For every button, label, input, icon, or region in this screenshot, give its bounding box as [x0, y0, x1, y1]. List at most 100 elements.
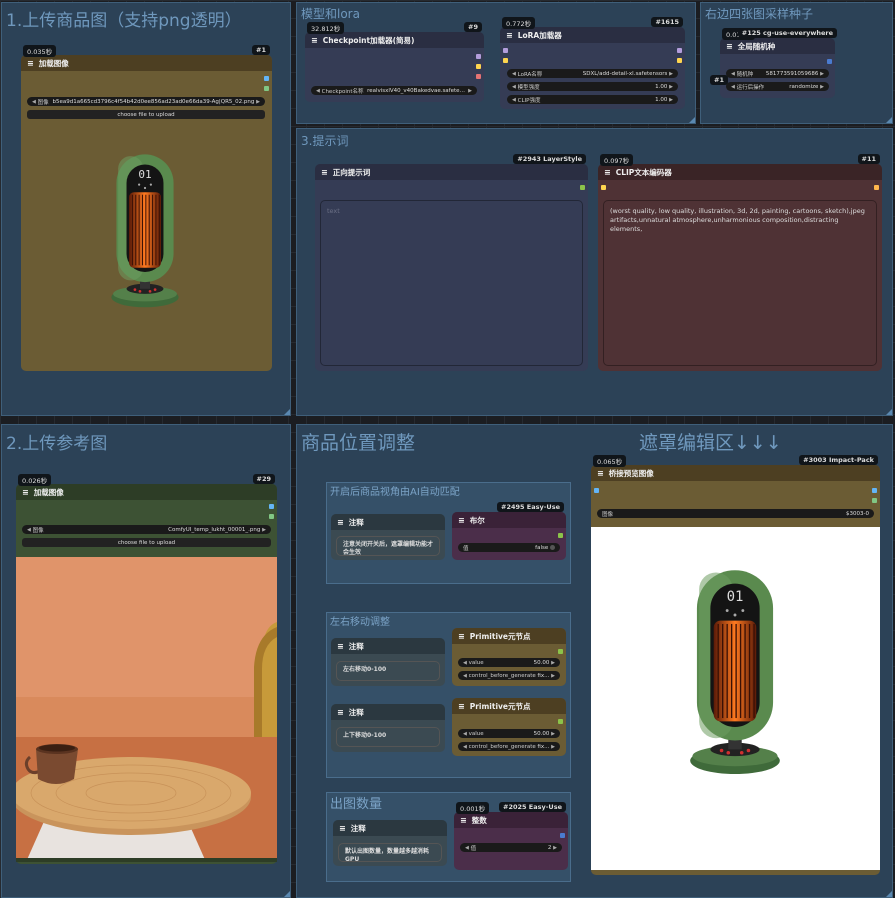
- node-header[interactable]: ≡ 加载图像: [21, 55, 272, 71]
- input-model-dot[interactable]: [503, 48, 508, 53]
- positive-prompt-node[interactable]: #2943 LayerStyle ≡ 正向提示词 text: [315, 154, 588, 371]
- lora-name-widget[interactable]: ◀ LoRA名称 SDXL/add-detail-xl.safetensors …: [507, 69, 678, 78]
- model-strength-widget[interactable]: ◀ 模型强度 1.00 ▶: [507, 82, 678, 91]
- output-boolean-dot[interactable]: [558, 533, 563, 538]
- resize-handle[interactable]: [886, 891, 892, 897]
- toggle-knob-icon[interactable]: [550, 545, 555, 550]
- arrow-left-icon[interactable]: ◀: [463, 673, 467, 679]
- arrow-right-icon[interactable]: ▶: [669, 71, 673, 77]
- lora-loader-node[interactable]: 0.772秒 #1615 ≡ LoRA加载器 ◀ LoRA名称 SDXL/add…: [500, 17, 685, 109]
- arrow-right-icon[interactable]: ▶: [468, 88, 472, 94]
- node-header[interactable]: ≡ 全局随机种: [720, 38, 835, 54]
- arrow-right-icon[interactable]: ▶: [669, 97, 673, 103]
- arrow-right-icon[interactable]: ▶: [256, 99, 260, 105]
- global-seed-node[interactable]: 0.019秒 #125 cg-use-everywhere #1 ≡ 全局随机种…: [710, 28, 837, 98]
- preview-image-widget[interactable]: 图像 $3003-0: [597, 509, 874, 518]
- menu-icon[interactable]: ≡: [337, 518, 344, 527]
- arrow-right-icon[interactable]: ▶: [820, 71, 824, 77]
- output-image-dot[interactable]: [264, 76, 269, 81]
- clip-text-encode-node[interactable]: 0.097秒 #11 ≡ CLIP文本编码器 (worst quality, l…: [598, 154, 882, 371]
- menu-icon[interactable]: ≡: [27, 59, 34, 68]
- output-image-dot[interactable]: [872, 488, 877, 493]
- preview-bridge-node[interactable]: 0.065秒 #3003 Impact-Pack ≡ 桥接预览图像 图像 $30…: [591, 455, 880, 875]
- value-widget[interactable]: ◀ value 50.00 ▶: [458, 658, 560, 667]
- arrow-right-icon[interactable]: ▶: [551, 673, 555, 679]
- arrow-left-icon[interactable]: ◀: [463, 744, 467, 750]
- menu-icon[interactable]: ≡: [321, 168, 328, 177]
- output-clip-dot[interactable]: [677, 58, 682, 63]
- menu-icon[interactable]: ≡: [506, 31, 513, 40]
- integer-value-widget[interactable]: ◀ 值 2 ▶: [460, 843, 562, 852]
- boolean-toggle[interactable]: 值 false: [458, 543, 560, 552]
- menu-icon[interactable]: ≡: [311, 36, 318, 45]
- output-int-dot[interactable]: [560, 833, 565, 838]
- primitive-node-x[interactable]: ≡ Primitive元节点 ◀ value 50.00 ▶ ◀ control…: [452, 628, 566, 686]
- resize-handle[interactable]: [886, 409, 892, 415]
- arrow-right-icon[interactable]: ▶: [669, 84, 673, 90]
- seed-value-widget[interactable]: ◀ 随机种 581773591059686 ▶: [726, 69, 829, 78]
- checkpoint-select-widget[interactable]: ◀ Checkpoint名称 realvisxlV40_v40Bakedvae.…: [311, 86, 477, 95]
- output-vae-dot[interactable]: [476, 74, 481, 79]
- boolean-node[interactable]: #2495 Easy-Use ≡ 布尔 值 false: [452, 502, 566, 560]
- arrow-right-icon[interactable]: ▶: [551, 744, 555, 750]
- output-model-dot[interactable]: [677, 48, 682, 53]
- arrow-left-icon[interactable]: ◀: [512, 84, 516, 90]
- image-select-widget[interactable]: ◀ 图像 ComfyUI_temp_lukht_00001_.png ▶: [22, 525, 271, 534]
- menu-icon[interactable]: ≡: [597, 469, 604, 478]
- node-header[interactable]: ≡ 桥接预览图像: [591, 465, 880, 481]
- note-node-lr[interactable]: ≡ 注释 左右移动0-100: [331, 638, 445, 686]
- output-seed-dot[interactable]: [827, 59, 832, 64]
- resize-handle[interactable]: [886, 117, 892, 123]
- menu-icon[interactable]: ≡: [458, 632, 465, 641]
- menu-icon[interactable]: ≡: [726, 42, 733, 51]
- node-header[interactable]: ≡ Primitive元节点: [452, 628, 566, 644]
- output-conditioning-dot[interactable]: [874, 185, 879, 190]
- menu-icon[interactable]: ≡: [337, 708, 344, 717]
- node-header[interactable]: ≡ 注释: [331, 514, 445, 530]
- upload-button[interactable]: choose file to upload: [27, 110, 265, 119]
- image-select-widget[interactable]: ◀ 图像 b5ea9d1a665cd3796c4f54b42d0ee856ad2…: [27, 97, 265, 106]
- output-mask-dot[interactable]: [269, 514, 274, 519]
- output-string-dot[interactable]: [580, 185, 585, 190]
- positive-prompt-input[interactable]: text: [320, 200, 583, 366]
- load-image-node-1[interactable]: 0.035秒 #1 ≡ 加载图像 ◀ 图像 b5ea9d1a665cd3796c…: [21, 45, 272, 371]
- output-value-dot[interactable]: [558, 649, 563, 654]
- arrow-right-icon[interactable]: ▶: [553, 845, 557, 851]
- node-header[interactable]: ≡ 整数: [454, 812, 568, 828]
- arrow-left-icon[interactable]: ◀: [32, 99, 36, 105]
- output-mask-dot[interactable]: [872, 498, 877, 503]
- arrow-right-icon[interactable]: ▶: [551, 660, 555, 666]
- input-clip-dot[interactable]: [601, 185, 606, 190]
- menu-icon[interactable]: ≡: [22, 488, 29, 497]
- note-text[interactable]: 上下移动0-100: [336, 727, 440, 747]
- primitive-node-y[interactable]: ≡ Primitive元节点 ◀ value 50.00 ▶ ◀ control…: [452, 698, 566, 756]
- arrow-right-icon[interactable]: ▶: [820, 84, 824, 90]
- arrow-left-icon[interactable]: ◀: [463, 731, 467, 737]
- node-header[interactable]: ≡ Checkpoint加载器(简易): [305, 32, 484, 48]
- note-text[interactable]: 左右移动0-100: [336, 661, 440, 681]
- resize-handle[interactable]: [689, 117, 695, 123]
- node-header[interactable]: ≡ 布尔: [452, 512, 566, 528]
- output-clip-dot[interactable]: [476, 64, 481, 69]
- arrow-left-icon[interactable]: ◀: [27, 527, 31, 533]
- node-header[interactable]: ≡ 注释: [333, 820, 447, 836]
- node-header[interactable]: ≡ 注释: [331, 638, 445, 654]
- menu-icon[interactable]: ≡: [460, 816, 467, 825]
- resize-handle[interactable]: [284, 891, 290, 897]
- clip-strength-widget[interactable]: ◀ CLIP强度 1.00 ▶: [507, 95, 678, 104]
- menu-icon[interactable]: ≡: [337, 642, 344, 651]
- input-clip-dot[interactable]: [503, 58, 508, 63]
- after-run-widget[interactable]: ◀ 运行后操作 randomize ▶: [726, 82, 829, 91]
- menu-icon[interactable]: ≡: [458, 702, 465, 711]
- node-header[interactable]: ≡ LoRA加载器: [500, 27, 685, 43]
- preview-canvas[interactable]: 01: [591, 527, 880, 870]
- checkpoint-loader-node[interactable]: 32.812秒 #9 ≡ Checkpoint加载器(简易) ◀ Checkpo…: [305, 22, 484, 102]
- arrow-left-icon[interactable]: ◀: [316, 88, 320, 94]
- negative-prompt-text[interactable]: (worst quality, low quality, illustratio…: [603, 200, 877, 366]
- value-widget[interactable]: ◀ value 50.00 ▶: [458, 729, 560, 738]
- arrow-left-icon[interactable]: ◀: [465, 845, 469, 851]
- note-text[interactable]: 注意关闭开关后，遮罩编辑功能才会生效: [336, 536, 440, 556]
- integer-node[interactable]: 0.001秒 #2025 Easy-Use ≡ 整数 ◀ 值 2 ▶: [454, 802, 568, 870]
- arrow-left-icon[interactable]: ◀: [463, 660, 467, 666]
- control-before-generate-widget[interactable]: ◀ control_before_generate fix... ▶: [458, 671, 560, 680]
